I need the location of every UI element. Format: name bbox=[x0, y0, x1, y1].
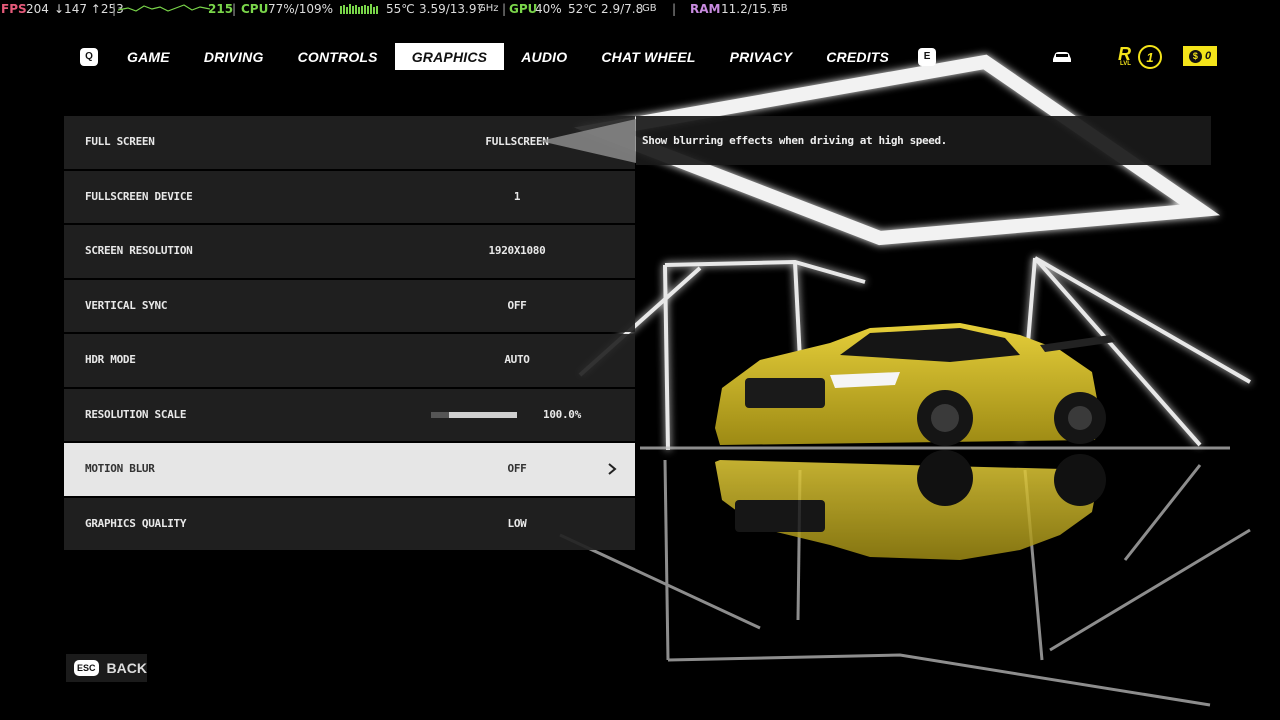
tab-audio[interactable]: AUDIO bbox=[504, 43, 584, 70]
esc-key-icon: ESC bbox=[74, 660, 99, 676]
overlay-separator: | bbox=[112, 2, 117, 16]
setting-label: FULLSCREEN DEVICE bbox=[85, 189, 193, 203]
graph-value: 215 bbox=[208, 2, 234, 16]
tab-chat-wheel[interactable]: CHAT WHEEL bbox=[584, 43, 712, 70]
previous-tab-key[interactable]: Q bbox=[80, 47, 98, 66]
tab-driving[interactable]: DRIVING bbox=[187, 43, 281, 70]
reputation-level-label: LVL bbox=[1120, 61, 1131, 67]
overlay-separator: | bbox=[232, 2, 237, 16]
tab-privacy[interactable]: PRIVACY bbox=[713, 43, 810, 70]
overlay-separator: | bbox=[672, 2, 677, 16]
setting-label: RESOLUTION SCALE bbox=[85, 407, 187, 421]
setting-resolution-scale[interactable]: RESOLUTION SCALE 100.0% bbox=[64, 388, 635, 441]
setting-value: LOW bbox=[507, 516, 527, 530]
fps-value: 204 bbox=[26, 2, 49, 16]
setting-value: OFF bbox=[507, 462, 527, 475]
setting-description: Show blurring effects when driving at hi… bbox=[642, 134, 947, 147]
setting-fullscreen-device[interactable]: FULLSCREEN DEVICE 1 bbox=[64, 170, 635, 223]
setting-value: OFF bbox=[507, 298, 527, 312]
ram-usage: 11.2/15.7 bbox=[721, 2, 779, 16]
setting-value: 1920X1080 bbox=[488, 244, 546, 257]
setting-motion-blur[interactable]: MOTION BLUR OFF bbox=[64, 443, 635, 496]
cpu-clock-unit: GHz bbox=[478, 3, 499, 14]
fps-label: FPS bbox=[1, 2, 27, 16]
setting-label: HDR MODE bbox=[85, 353, 136, 366]
description-pointer bbox=[540, 119, 636, 163]
overlay-separator: | bbox=[502, 2, 507, 16]
tab-controls[interactable]: CONTROLS bbox=[281, 43, 395, 70]
resolution-scale-slider[interactable] bbox=[431, 411, 517, 418]
setting-label: VERTICAL SYNC bbox=[85, 298, 168, 312]
cpu-usage: 77%/109% bbox=[268, 2, 334, 16]
next-tab-key[interactable]: E bbox=[918, 47, 937, 66]
cpu-clock: 3.59/13.97 bbox=[419, 2, 485, 16]
ram-unit: GB bbox=[773, 3, 788, 14]
gpu-label: GPU bbox=[509, 2, 538, 16]
cpu-label: CPU bbox=[241, 2, 269, 16]
setting-label: SCREEN RESOLUTION bbox=[85, 244, 193, 257]
setting-value: AUTO bbox=[504, 353, 530, 366]
bank-balance: $ 0 bbox=[1183, 46, 1217, 66]
setting-value: 100.0% bbox=[543, 407, 581, 421]
bank-balance-value: 0 bbox=[1204, 50, 1212, 62]
reputation-level-value: 1 bbox=[1138, 45, 1162, 69]
gpu-memory-unit: GB bbox=[642, 3, 657, 14]
reputation-level: R LVL 1 bbox=[1118, 44, 1168, 70]
settings-tab-bar: Q GAME DRIVING CONTROLS GRAPHICS AUDIO C… bbox=[68, 43, 948, 70]
tab-game[interactable]: GAME bbox=[110, 43, 187, 70]
setting-screen-resolution[interactable]: SCREEN RESOLUTION 1920X1080 bbox=[64, 225, 635, 278]
ram-label: RAM bbox=[690, 2, 721, 16]
back-button[interactable]: ESC BACK bbox=[66, 654, 147, 682]
garage-car-icon bbox=[1053, 52, 1071, 62]
gpu-memory: 2.9/7.8 bbox=[601, 2, 644, 16]
setting-label: GRAPHICS QUALITY bbox=[85, 516, 187, 530]
setting-graphics-quality[interactable]: GRAPHICS QUALITY LOW bbox=[64, 497, 635, 550]
graphics-settings-list: FULL SCREEN FULLSCREEN FULLSCREEN DEVICE… bbox=[64, 116, 635, 552]
cpu-core-bars bbox=[340, 4, 378, 14]
setting-description-panel: Show blurring effects when driving at hi… bbox=[636, 116, 1211, 165]
chevron-right-icon[interactable] bbox=[607, 462, 617, 476]
frametime-graph bbox=[118, 4, 210, 12]
setting-label: FULL SCREEN bbox=[85, 135, 155, 148]
back-label: BACK bbox=[106, 660, 147, 676]
dollar-icon: $ bbox=[1188, 49, 1202, 63]
resolution-scale-slider-fill bbox=[449, 411, 517, 418]
gpu-usage: 40% bbox=[535, 2, 562, 16]
setting-label: MOTION BLUR bbox=[85, 462, 155, 475]
setting-vertical-sync[interactable]: VERTICAL SYNC OFF bbox=[64, 279, 635, 332]
tab-graphics[interactable]: GRAPHICS bbox=[394, 43, 505, 70]
cpu-temperature: 55℃ bbox=[386, 2, 415, 16]
setting-hdr-mode[interactable]: HDR MODE AUTO bbox=[64, 334, 635, 387]
setting-value: 1 bbox=[513, 189, 521, 203]
tab-credits[interactable]: CREDITS bbox=[809, 43, 906, 70]
gpu-temperature: 52℃ bbox=[568, 2, 597, 16]
